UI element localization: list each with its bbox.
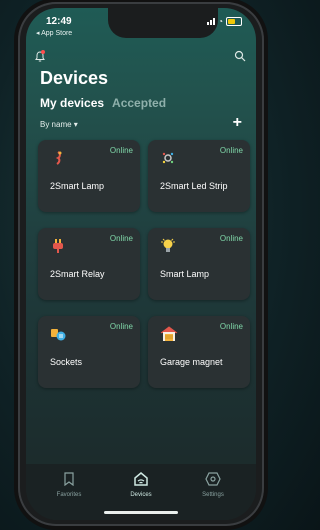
status-badge: Online <box>109 322 133 331</box>
sort-dropdown[interactable]: By name ▾ <box>40 120 78 129</box>
device-card[interactable]: Online 2Smart Relay <box>38 228 140 300</box>
device-name: 2Smart Lamp <box>50 181 105 191</box>
tab-my-devices[interactable]: My devices <box>40 96 104 110</box>
device-name: 2Smart Relay <box>50 269 105 279</box>
status-icons: ◔ <box>207 17 242 26</box>
signal-icon <box>207 18 216 25</box>
lamp-icon <box>50 150 66 169</box>
bookmark-icon <box>44 472 94 488</box>
socket-icon <box>50 326 66 345</box>
tab-settings-label: Settings <box>202 492 224 498</box>
tab-devices-label: Devices <box>130 492 152 498</box>
device-card[interactable]: Online 2Smart Led Strip <box>148 140 250 212</box>
wifi-icon: ◔ <box>218 16 223 26</box>
device-card[interactable]: Online Sockets <box>38 316 140 388</box>
status-badge: Online <box>219 322 243 331</box>
app-screen: 12:49 ◂ App Store ◔ Devices My devices A… <box>26 8 256 520</box>
tab-settings[interactable]: Settings <box>188 472 238 498</box>
status-badge: Online <box>219 234 243 243</box>
device-name: Smart Lamp <box>160 269 210 279</box>
tab-favorites[interactable]: Favorites <box>44 472 94 498</box>
garage-icon <box>160 326 178 345</box>
status-badge: Online <box>219 146 243 155</box>
device-name: 2Smart Led Strip <box>160 181 228 191</box>
page-title: Devices <box>40 68 109 88</box>
device-card[interactable]: Online 2Smart Lamp <box>38 140 140 212</box>
add-device-button[interactable]: + <box>233 114 242 132</box>
device-card[interactable]: Online Garage magnet <box>148 316 250 388</box>
settings-icon <box>188 472 238 488</box>
back-to-app-store-link[interactable]: ◂ App Store <box>36 29 72 37</box>
tab-devices[interactable]: Devices <box>116 472 166 498</box>
plug-icon <box>50 238 66 257</box>
status-time: 12:49 <box>46 16 72 27</box>
notification-dot <box>41 50 45 54</box>
status-badge: Online <box>109 234 133 243</box>
battery-icon <box>226 17 242 26</box>
device-card[interactable]: Online Smart Lamp <box>148 228 250 300</box>
device-name: Garage magnet <box>160 357 223 367</box>
tab-accepted[interactable]: Accepted <box>112 96 166 110</box>
device-tabs: My devices Accepted <box>40 96 166 110</box>
home-icon <box>116 472 166 488</box>
bulb-icon <box>160 238 176 257</box>
search-icon[interactable] <box>234 50 246 65</box>
device-name: Sockets <box>50 357 83 367</box>
home-indicator[interactable] <box>104 511 178 514</box>
tab-favorites-label: Favorites <box>56 492 82 498</box>
status-badge: Online <box>109 146 133 155</box>
bottom-tab-bar: Favorites Devices Settings <box>26 464 256 520</box>
notch <box>108 8 218 38</box>
led-strip-icon <box>160 150 176 169</box>
